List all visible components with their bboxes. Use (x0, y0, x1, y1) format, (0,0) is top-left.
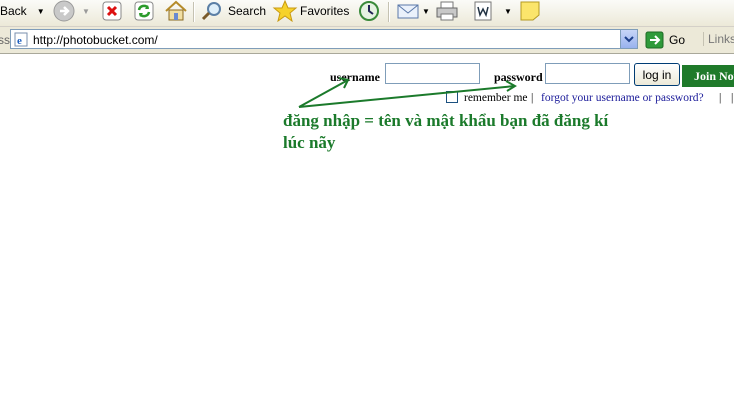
annotation-text: đăng nhập = tên và mật khẩu bạn đã đăng … (283, 111, 609, 152)
annotation-arrows (298, 77, 517, 108)
